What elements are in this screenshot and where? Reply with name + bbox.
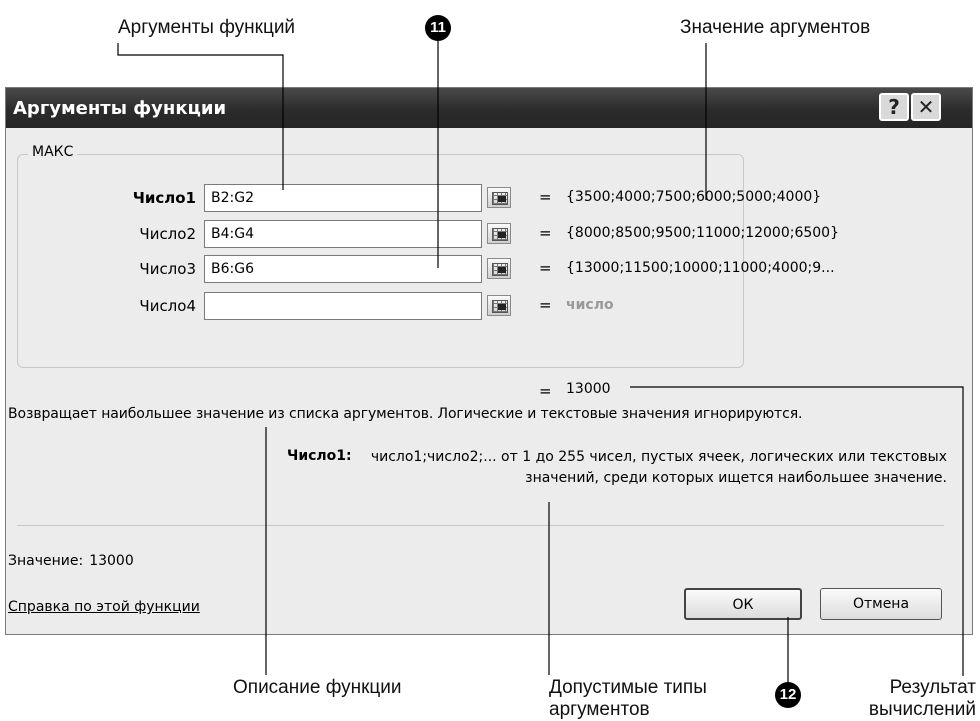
arg2-label: Число2 bbox=[139, 225, 196, 243]
close-icon-button[interactable]: ✕ bbox=[911, 93, 941, 121]
function-arguments-dialog: Аргументы функции ? ✕ МАКС Число1 = {350… bbox=[5, 87, 973, 635]
arg4-equals: = bbox=[539, 296, 552, 314]
marker-11: 11 bbox=[425, 15, 451, 41]
arg3-input[interactable] bbox=[204, 255, 482, 283]
function-name: МАКС bbox=[28, 144, 78, 160]
arg2-input[interactable] bbox=[204, 220, 482, 248]
help-icon-button[interactable]: ? bbox=[879, 93, 909, 121]
arg2-equals: = bbox=[539, 224, 552, 242]
value-label: Значение: bbox=[8, 553, 84, 569]
formula-result-equals: = bbox=[539, 382, 552, 400]
cancel-button[interactable]: Отмена bbox=[820, 588, 942, 620]
function-description: Возвращает наибольшее значение из списка… bbox=[8, 406, 803, 422]
arg1-input[interactable] bbox=[204, 184, 482, 212]
arg3-result: {13000;11500;10000;11000;4000;9... bbox=[566, 260, 835, 276]
callout-result: Результат вычислений bbox=[868, 677, 976, 720]
arg4-input[interactable] bbox=[204, 292, 482, 320]
arg-description-label: Число1: bbox=[287, 448, 352, 464]
divider bbox=[17, 525, 944, 526]
arg4-result: число bbox=[566, 297, 614, 313]
arg1-label: Число1 bbox=[132, 189, 196, 207]
value-line: Значение: 13000 bbox=[8, 553, 134, 569]
ok-button[interactable]: ОК bbox=[684, 588, 802, 620]
arg3-equals: = bbox=[539, 259, 552, 277]
arg1-result: {3500;4000;7500;6000;5000;4000} bbox=[566, 189, 822, 205]
arg2-result: {8000;8500;9500;11000;12000;6500} bbox=[566, 225, 839, 241]
callout-function-args: Аргументы функций bbox=[118, 17, 296, 38]
arg3-label: Число3 bbox=[139, 260, 196, 278]
formula-result: 13000 bbox=[566, 381, 611, 397]
title-bar: Аргументы функции ? ✕ bbox=[6, 88, 972, 128]
arg1-equals: = bbox=[539, 188, 552, 206]
value-number: 13000 bbox=[89, 553, 134, 569]
arg4-label: Число4 bbox=[139, 297, 196, 315]
marker-12: 12 bbox=[775, 682, 801, 708]
callout-allowed-types: Допустимые типы аргументов bbox=[549, 677, 707, 720]
dialog-title: Аргументы функции bbox=[13, 98, 227, 119]
arg3-range-picker-icon[interactable] bbox=[487, 258, 511, 279]
arg1-range-picker-icon[interactable] bbox=[487, 187, 511, 208]
callout-arg-values: Значение аргументов bbox=[680, 17, 871, 38]
callout-func-description: Описание функции bbox=[233, 677, 402, 698]
arg4-range-picker-icon[interactable] bbox=[487, 295, 511, 316]
arg2-range-picker-icon[interactable] bbox=[487, 223, 511, 244]
help-link[interactable]: Справка по этой функции bbox=[8, 599, 200, 615]
arg-description: число1;число2;... от 1 до 255 чисел, пус… bbox=[370, 449, 947, 486]
